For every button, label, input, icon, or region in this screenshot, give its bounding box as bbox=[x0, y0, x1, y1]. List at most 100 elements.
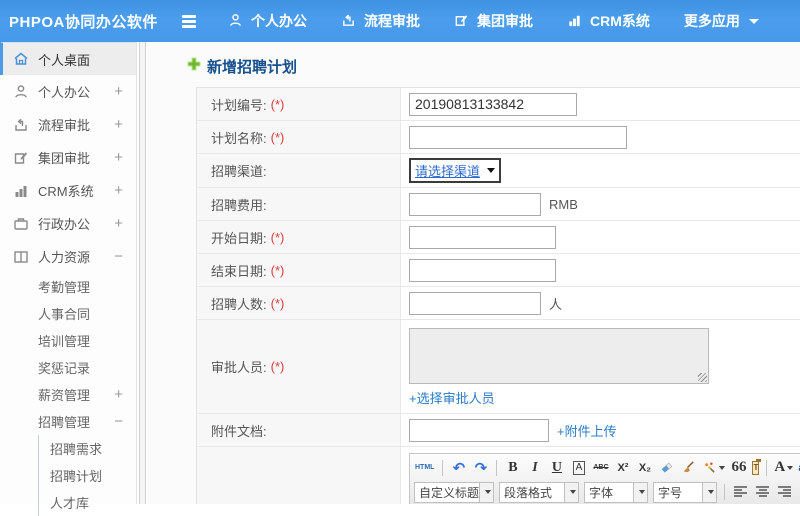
sidebar-item-training[interactable]: 培训管理 bbox=[0, 327, 136, 354]
bar-chart-icon bbox=[567, 13, 583, 29]
expander-plus[interactable]: + bbox=[114, 215, 123, 232]
expander-minus[interactable]: − bbox=[114, 413, 123, 430]
start-date-input[interactable] bbox=[409, 226, 556, 249]
form-row-start-date: 开始日期: (*) bbox=[197, 221, 800, 254]
italic-button[interactable]: I bbox=[526, 458, 543, 477]
required-marker: (*) bbox=[271, 263, 285, 278]
attachment-upload-link[interactable]: +附件上传 bbox=[557, 421, 617, 440]
dropdown-caret-icon bbox=[719, 466, 725, 470]
topnav-more-apps[interactable]: 更多应用 bbox=[684, 11, 759, 31]
book-icon bbox=[13, 249, 29, 265]
paste-as-text-icon[interactable]: T bbox=[752, 461, 759, 475]
briefcase-icon bbox=[13, 216, 29, 232]
approvers-textarea[interactable] bbox=[409, 328, 709, 384]
topnav-crm[interactable]: CRM系统 bbox=[567, 11, 650, 31]
strikethrough-button[interactable]: ABC bbox=[592, 458, 609, 477]
subitem-label: 招聘管理 bbox=[38, 412, 90, 431]
sidebar-item-crm[interactable]: CRM系统 + bbox=[0, 174, 136, 207]
sidebar-item-talent-pool[interactable]: 人才库 bbox=[39, 489, 136, 516]
subitem-label: 考勤管理 bbox=[38, 277, 90, 296]
char-border-button[interactable]: A bbox=[570, 458, 587, 477]
sidebar-scrollbar[interactable] bbox=[139, 42, 146, 504]
align-left-icon[interactable] bbox=[732, 483, 749, 502]
subscript-button[interactable]: X₂ bbox=[636, 458, 653, 477]
edit-square-icon bbox=[13, 150, 29, 166]
hamburger-menu-icon[interactable] bbox=[182, 15, 200, 28]
font-color-button[interactable]: A bbox=[774, 458, 793, 477]
sidebar-item-label: 流程审批 bbox=[38, 115, 90, 134]
expander-plus[interactable]: + bbox=[114, 182, 123, 199]
form-row-plan-name: 计划名称: (*) bbox=[197, 121, 800, 154]
subsubitem-label: 招聘计划 bbox=[50, 466, 102, 485]
sidebar-item-personal-office[interactable]: 个人办公 + bbox=[0, 75, 136, 108]
format-brush-icon[interactable] bbox=[680, 458, 697, 477]
custom-title-select[interactable]: 自定义标题 bbox=[414, 482, 494, 503]
channel-select[interactable]: 请选择渠道 bbox=[409, 158, 501, 183]
edit-square-icon bbox=[454, 13, 470, 29]
font-size-select[interactable]: 字号 bbox=[653, 482, 717, 503]
sidebar-item-salary[interactable]: 薪资管理 + bbox=[0, 381, 136, 408]
topnav-group-approval[interactable]: 集团审批 bbox=[454, 11, 533, 31]
expander-minus[interactable]: − bbox=[114, 248, 123, 265]
align-right-icon[interactable] bbox=[776, 483, 793, 502]
redo-button[interactable]: ↷ bbox=[472, 458, 489, 477]
bold-button[interactable]: B bbox=[504, 458, 521, 477]
form-row-description: HTML ↶ ↷ B I U A ABC X² X₂ bbox=[197, 447, 800, 504]
underline-button[interactable]: U bbox=[548, 458, 565, 477]
attachment-input[interactable] bbox=[409, 419, 549, 442]
sidebar-item-attendance[interactable]: 考勤管理 bbox=[0, 273, 136, 300]
sidebar-item-desktop[interactable]: 个人桌面 bbox=[0, 42, 136, 75]
sidebar-item-reward-record[interactable]: 奖惩记录 bbox=[0, 354, 136, 381]
undo-button[interactable]: ↶ bbox=[450, 458, 467, 477]
required-marker: (*) bbox=[271, 130, 285, 145]
editor-toolbar-row1: HTML ↶ ↷ B I U A ABC X² X₂ bbox=[414, 456, 800, 479]
sidebar-item-label: 个人桌面 bbox=[38, 50, 90, 69]
form-row-channel: 招聘渠道: 请选择渠道 bbox=[197, 154, 800, 188]
choose-approvers-link[interactable]: +选择审批人员 bbox=[409, 388, 495, 407]
field-label: 审批人员: bbox=[211, 357, 267, 376]
required-marker: (*) bbox=[271, 97, 285, 112]
sidebar: 个人桌面 个人办公 + 流程审批 + 集团审批 + CRM系统 + 行政办公 + bbox=[0, 42, 137, 504]
sidebar-item-label: CRM系统 bbox=[38, 181, 94, 200]
autotype-wand-icon[interactable] bbox=[702, 458, 725, 477]
paragraph-format-select[interactable]: 段落格式 bbox=[499, 482, 579, 503]
sidebar-item-admin-office[interactable]: 行政办公 + bbox=[0, 207, 136, 240]
page-title: 新增招聘计划 bbox=[187, 56, 800, 77]
headcount-input[interactable] bbox=[409, 292, 541, 315]
expander-plus[interactable]: + bbox=[114, 83, 123, 100]
sidebar-item-recruit-plan[interactable]: 招聘计划 bbox=[39, 462, 136, 489]
field-label: 招聘费用: bbox=[211, 195, 267, 214]
end-date-input[interactable] bbox=[409, 259, 556, 282]
sidebar-item-workflow-approval[interactable]: 流程审批 + bbox=[0, 108, 136, 141]
sidebar-item-recruit-demand[interactable]: 招聘需求 bbox=[39, 435, 136, 462]
unit-suffix: RMB bbox=[549, 197, 578, 212]
dropdown-caret-icon bbox=[639, 490, 645, 494]
superscript-button[interactable]: X² bbox=[614, 458, 631, 477]
topnav-personal-office[interactable]: 个人办公 bbox=[228, 11, 307, 31]
sidebar-item-hr-contract[interactable]: 人事合同 bbox=[0, 300, 136, 327]
share-tray-icon bbox=[13, 117, 29, 133]
align-center-icon[interactable] bbox=[754, 483, 771, 502]
topnav-workflow-approval[interactable]: 流程审批 bbox=[341, 11, 420, 31]
chevron-down-icon bbox=[749, 19, 759, 24]
form-row-plan-no: 计划编号: (*) bbox=[197, 88, 800, 121]
eraser-icon[interactable] bbox=[658, 458, 675, 477]
blockquote-button[interactable]: 66 bbox=[730, 458, 747, 477]
top-nav: 个人办公 流程审批 集团审批 CRM系统 更多应用 bbox=[228, 11, 759, 31]
cost-input[interactable] bbox=[409, 193, 541, 216]
font-family-select[interactable]: 字体 bbox=[584, 482, 648, 503]
form-row-attachment: 附件文档: +附件上传 bbox=[197, 414, 800, 447]
bar-chart-icon bbox=[13, 183, 29, 199]
person-icon bbox=[228, 13, 244, 29]
sidebar-item-group-approval[interactable]: 集团审批 + bbox=[0, 141, 136, 174]
plan-name-input[interactable] bbox=[409, 126, 627, 149]
expander-plus[interactable]: + bbox=[114, 116, 123, 133]
expander-plus[interactable]: + bbox=[114, 149, 123, 166]
expander-plus[interactable]: + bbox=[114, 386, 123, 403]
field-label: 开始日期: bbox=[211, 228, 267, 247]
form-row-approvers: 审批人员: (*) +选择审批人员 bbox=[197, 320, 800, 414]
source-code-button[interactable]: HTML bbox=[414, 458, 435, 477]
sidebar-item-hr[interactable]: 人力资源 − bbox=[0, 240, 136, 273]
sidebar-item-recruit-mgmt[interactable]: 招聘管理 − bbox=[0, 408, 136, 435]
plan-no-input[interactable] bbox=[409, 93, 577, 116]
